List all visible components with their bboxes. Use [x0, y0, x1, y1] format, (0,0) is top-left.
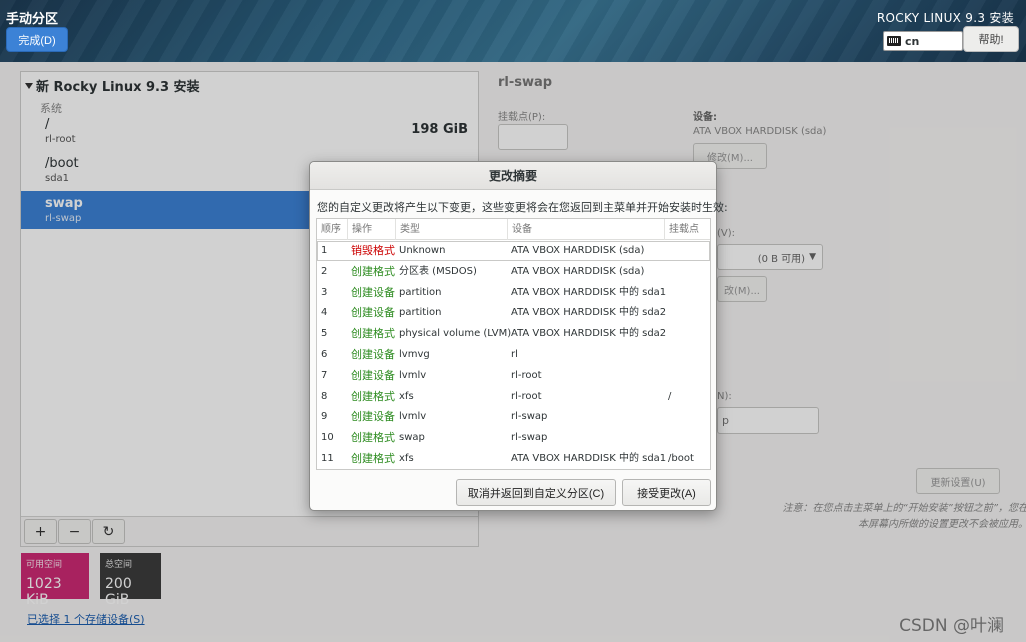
row-order: 7 [321, 369, 328, 381]
cancel-return-button[interactable]: 取消并返回到自定义分区(C) [456, 479, 616, 506]
row-device: ATA VBOX HARDDISK 中的 sda1 [511, 453, 667, 464]
row-order: 11 [321, 453, 334, 464]
changes-table: 顺序 操作 类型 设备 挂载点 1 销毁格式 Unknown ATA VBOX HAR… [316, 218, 711, 470]
row-order: 3 [321, 286, 328, 298]
table-row[interactable]: 4 创建设备 partition ATA VBOX HARDDISK 中的 sda2 [317, 303, 710, 323]
column-header-device[interactable]: 设备 [508, 219, 665, 240]
row-action: 销毁格式 [351, 244, 395, 257]
table-row[interactable]: 7 创建设备 lvmlv rl-root [317, 366, 710, 386]
row-mount: /boot [668, 453, 694, 464]
row-device: ATA VBOX HARDDISK 中的 sda2 [511, 328, 667, 340]
row-device: ATA VBOX HARDDISK 中的 sda2 [511, 307, 667, 319]
help-button[interactable]: 帮助! [963, 26, 1019, 52]
table-row[interactable]: 1 销毁格式 Unknown ATA VBOX HARDDISK (sda) [317, 241, 710, 261]
row-action: 创建设备 [351, 368, 395, 382]
change-summary-dialog: 更改摘要 您的自定义更改将产生以下变更，这些变更将会在您返回到主菜单并开始安装时… [309, 161, 728, 511]
row-order: 9 [321, 411, 328, 423]
keyboard-layout-indicator[interactable]: cn [883, 31, 963, 51]
row-type: lvmlv [399, 369, 427, 381]
row-order: 6 [321, 349, 328, 360]
row-type: xfs [399, 390, 414, 402]
column-header-action[interactable]: 操作 [348, 219, 396, 240]
row-action: 创建设备 [351, 348, 395, 361]
row-action: 创建格式 [351, 389, 395, 403]
row-type: partition [399, 307, 442, 319]
row-device: ATA VBOX HARDDISK (sda) [511, 245, 645, 256]
row-action: 创建格式 [351, 327, 395, 341]
row-device: rl-root [511, 390, 542, 402]
row-action: 创建格式 [351, 264, 395, 278]
row-order: 1 [321, 245, 328, 256]
row-action: 创建格式 [351, 452, 395, 465]
row-mount: / [668, 390, 672, 402]
row-action: 创建设备 [351, 306, 395, 320]
table-row[interactable]: 9 创建设备 lvmlv rl-swap [317, 407, 710, 427]
dialog-message: 您的自定义更改将产生以下变更，这些变更将会在您返回到主菜单并开始安装时生效: [317, 201, 728, 214]
row-order: 2 [321, 265, 328, 277]
row-type: xfs [399, 453, 414, 464]
column-header-type[interactable]: 类型 [396, 219, 508, 240]
table-row[interactable]: 11 创建格式 xfs ATA VBOX HARDDISK 中的 sda1/boot [317, 449, 710, 469]
row-order: 4 [321, 307, 328, 319]
row-type: physical volume (LVM) [399, 328, 512, 340]
row-action: 创建设备 [351, 285, 395, 299]
row-order: 8 [321, 390, 328, 402]
column-header-mount[interactable]: 挂载点 [665, 219, 710, 240]
row-type: Unknown [399, 245, 446, 256]
dialog-title: 更改摘要 [310, 162, 716, 190]
row-device: ATA VBOX HARDDISK (sda) [511, 265, 645, 277]
row-device: ATA VBOX HARDDISK 中的 sda1 [511, 286, 667, 298]
done-button[interactable]: 完成(D) [6, 27, 68, 52]
table-row[interactable]: 6 创建设备 lvmvg rl [317, 345, 710, 365]
keyboard-icon [887, 36, 901, 46]
keyboard-layout-label: cn [905, 34, 920, 48]
table-row[interactable]: 10 创建格式 swap rl-swap [317, 428, 710, 448]
row-order: 10 [321, 432, 334, 444]
spoke-title: 手动分区 [6, 12, 59, 27]
table-row[interactable]: 5 创建格式 physical volume (LVM) ATA VBOX HARDD… [317, 324, 710, 344]
row-device: rl-swap [511, 411, 548, 423]
table-row[interactable]: 2 创建格式 分区表 (MSDOS) ATA VBOX HARDDISK (sda) [317, 262, 710, 282]
row-order: 5 [321, 328, 328, 340]
row-type: lvmvg [399, 349, 430, 360]
row-device: rl-root [511, 369, 542, 381]
table-header: 顺序 操作 类型 设备 挂载点 [317, 219, 710, 240]
product-title: ROCKY LINUX 9.3 安装 [876, 11, 1014, 25]
row-action: 创建设备 [351, 410, 395, 424]
row-type: 分区表 (MSDOS) [399, 265, 477, 277]
row-type: partition [399, 286, 442, 298]
row-action: 创建格式 [351, 431, 395, 445]
row-type: swap [399, 432, 425, 444]
table-row[interactable]: 8 创建格式 xfs rl-root / [317, 387, 710, 407]
row-device: rl [511, 349, 518, 360]
row-type: lvmlv [399, 411, 427, 423]
accept-changes-button[interactable]: 接受更改(A) [622, 479, 711, 506]
row-device: rl-swap [511, 432, 548, 444]
watermark: CSDN @叶澜 [899, 616, 1004, 636]
table-row[interactable]: 3 创建设备 partition ATA VBOX HARDDISK 中的 sda1 [317, 283, 710, 303]
column-header-order[interactable]: 顺序 [317, 219, 348, 240]
